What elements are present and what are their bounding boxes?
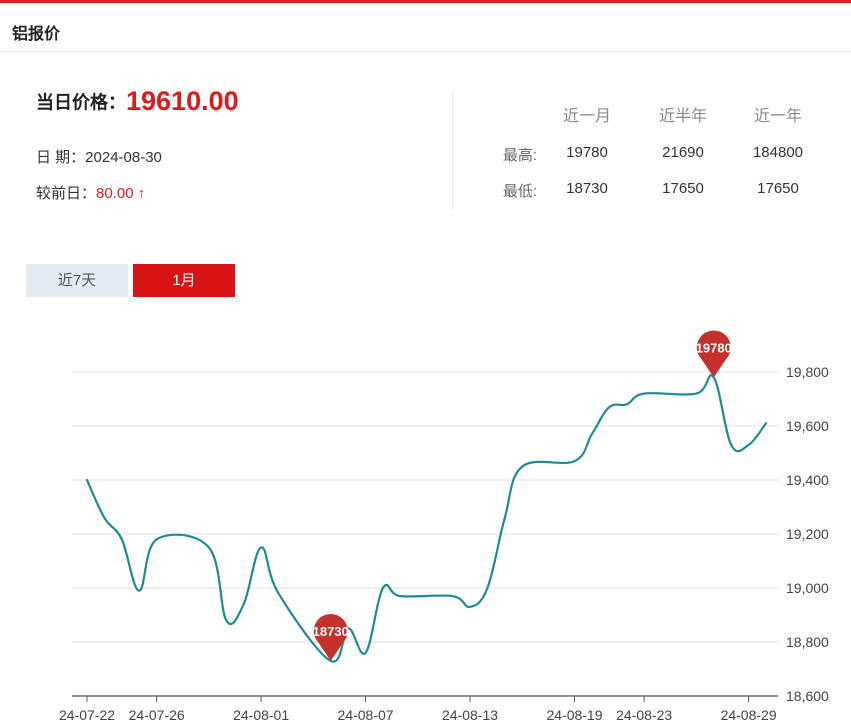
x-tick-label: 24-08-13 [442,707,498,723]
change-row: 较前日：80.00 ↑ [36,182,145,203]
x-tick-label: 24-07-22 [59,707,115,723]
x-tick-label: 24-08-23 [616,707,672,723]
change-label: 较前日： [36,185,97,202]
date-label: 日 期： [36,149,86,166]
date-value: 2024-08-30 [85,149,162,166]
current-price-value: 19610.00 [126,86,239,116]
x-tick-label: 24-08-19 [546,707,602,723]
stats-column-month: 近一月 [562,108,611,125]
stats-row-high-label: 最高: [502,147,537,164]
x-tick-label: 24-08-07 [338,707,394,723]
change-value: 80.00 ↑ [96,185,146,202]
y-tick-label: 19,200 [786,526,829,542]
tab-1-month[interactable]: 1月 [133,264,235,297]
y-tick-label: 18,800 [786,634,829,650]
divider [452,92,453,210]
tab-7-days[interactable]: 近7天 [26,264,128,297]
header: 铝报价 [0,3,851,52]
stats-column-year: 近一年 [753,108,802,125]
series-line [85,374,768,663]
stats-low-month: 18730 [566,180,608,197]
extreme-value-pin: 18730 [313,614,349,661]
y-tick-label: 19,800 [786,364,829,380]
stats-low-half-year: 17650 [662,180,704,197]
stats-high-year: 184800 [752,144,804,161]
y-tick-label: 19,400 [786,472,829,488]
pin-label: 18730 [313,624,349,639]
x-tick-label: 24-08-29 [721,707,777,723]
price-line-chart: 18730 19780 18,600 18,800 19,000 19,200 19,40… [59,330,829,723]
pin-label: 19780 [696,340,732,355]
page-title: 铝报价 [12,26,61,43]
x-tick-label: 24-08-01 [233,707,289,723]
stats-low-year: 17650 [757,180,799,197]
x-tick-label: 24-07-26 [129,707,185,723]
stats-column-half-year: 近半年 [658,108,707,125]
date-row: 日 期：2024-08-30 [36,146,162,167]
stats-row-low-label: 最低: [502,183,537,200]
y-tick-label: 18,600 [786,688,829,704]
stats-high-month: 19780 [566,144,608,161]
y-tick-label: 19,000 [786,580,829,596]
current-price-row: 当日价格：19610.00 [36,86,239,117]
stats-high-half-year: 21690 [662,144,704,161]
current-price-label: 当日价格： [36,92,126,113]
y-tick-label: 19,600 [786,418,829,434]
extreme-value-pin: 19780 [696,330,732,378]
